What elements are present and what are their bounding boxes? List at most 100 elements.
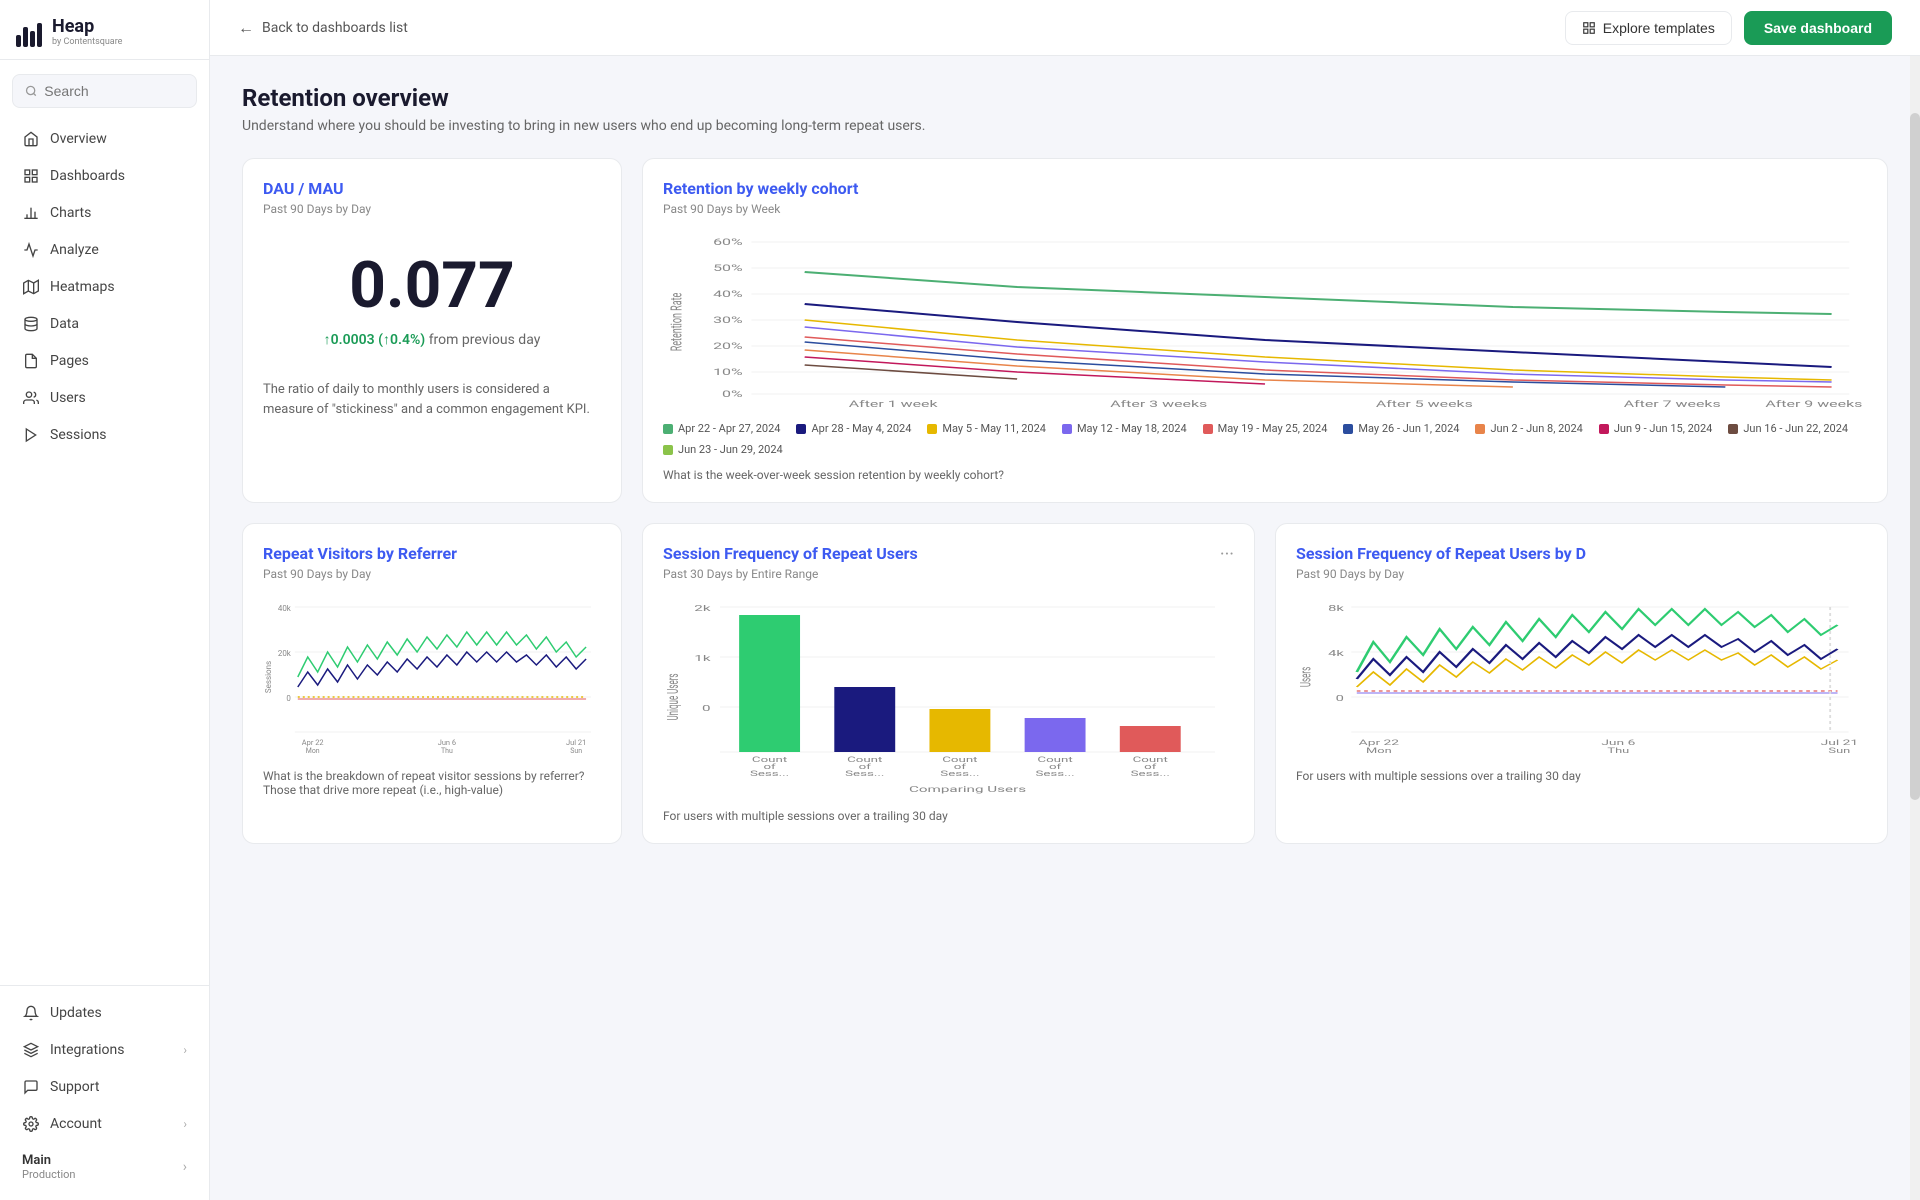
session-freq-card: Session Frequency of Repeat Users Past 3… [642,523,1255,844]
svg-text:Thu: Thu [1607,746,1629,755]
legend-dot-6 [1475,424,1485,434]
legend-label-2: May 5 - May 11, 2024 [942,422,1046,435]
page-title: Retention overview [242,84,1888,112]
sidebar-item-dashboards[interactable]: Dashboards [6,158,203,194]
legend-label-5: May 26 - Jun 1, 2024 [1358,422,1459,435]
legend-label-8: Jun 16 - Jun 22, 2024 [1743,422,1848,435]
bar-0 [739,615,800,752]
save-dashboard-button[interactable]: Save dashboard [1744,11,1892,45]
svg-text:Comparing Users: Comparing Users [909,785,1026,794]
activity-icon [22,241,40,259]
sidebar-item-overview[interactable]: Overview [6,121,203,157]
svg-text:After 7 weeks: After 7 weeks [1624,399,1721,409]
file-icon [22,352,40,370]
session-freq2-title: Session Frequency of Repeat Users by D [1296,544,1867,563]
sidebar-logo: Heap by Contentsquare [0,0,209,60]
svg-text:30%: 30% [713,315,743,325]
retention-title: Retention by weekly cohort [663,179,1867,198]
sidebar-item-sessions[interactable]: Sessions [6,417,203,453]
svg-text:50%: 50% [713,263,743,273]
legend-item-9: Jun 23 - Jun 29, 2024 [663,443,783,456]
message-icon [22,1078,40,1096]
main-nav: Overview Dashboards Charts Analyze Heatm… [0,116,209,985]
session-freq-chart: Unique Users 2k 1k 0 [663,597,1234,797]
legend-dot-4 [1203,424,1213,434]
svg-text:0: 0 [286,694,291,703]
sidebar-item-pages[interactable]: Pages [6,343,203,379]
environment-switcher[interactable]: Main Production › [6,1143,203,1191]
env-sub: Production [22,1168,75,1181]
sidebar-bottom: Updates Integrations › Support Account ›… [0,985,209,1200]
search-box[interactable] [12,74,197,108]
repeat-visitors-subtitle: Past 90 Days by Day [263,567,601,581]
legend-label-4: May 19 - May 25, 2024 [1218,422,1328,435]
users-icon [22,389,40,407]
svg-text:Sess...: Sess... [845,769,884,778]
logo-bar-2 [23,27,28,47]
svg-text:20k: 20k [278,649,292,658]
back-to-dashboards-link[interactable]: ← Back to dashboards list [238,18,408,38]
svg-text:4k: 4k [1328,649,1344,658]
sidebar-item-charts[interactable]: Charts [6,195,203,231]
retention-subtitle: Past 90 Days by Week [663,202,1867,216]
explore-templates-label: Explore templates [1603,20,1715,36]
database-icon [22,315,40,333]
search-container[interactable] [0,60,209,116]
explore-templates-button[interactable]: Explore templates [1565,11,1732,45]
svg-text:Jul 21: Jul 21 [566,738,586,747]
dau-mau-card: DAU / MAU Past 90 Days by Day 0.077 ↑0.0… [242,158,622,503]
bar-chart-icon [22,204,40,222]
session-freq-more-icon[interactable]: ··· [1220,544,1234,565]
legend-item-2: May 5 - May 11, 2024 [927,422,1046,435]
sidebar-item-heatmaps[interactable]: Heatmaps [6,269,203,305]
sidebar-item-account-label: Account [50,1116,102,1132]
dau-mau-value: 0.077 [263,248,601,323]
svg-text:Jun 6: Jun 6 [438,738,456,747]
dashboard-grid: DAU / MAU Past 90 Days by Day 0.077 ↑0.0… [242,158,1888,844]
back-arrow-icon: ← [238,18,254,38]
scrollbar[interactable] [1910,56,1920,1200]
logo-text: Heap by Contentsquare [52,18,122,47]
sidebar-item-support[interactable]: Support [6,1069,203,1105]
legend-item-3: May 12 - May 18, 2024 [1062,422,1187,435]
legend-label-0: Apr 22 - Apr 27, 2024 [678,422,780,435]
grid-row-2: Repeat Visitors by Referrer Past 90 Days… [242,523,1888,844]
sidebar-item-analyze[interactable]: Analyze [6,232,203,268]
legend-label-6: Jun 2 - Jun 8, 2024 [1490,422,1582,435]
session-freq2-chart: Users 8k 4k 0 Apr 22 Mon [1296,597,1867,757]
repeat-visitors-title: Repeat Visitors by Referrer [263,544,601,563]
session-freq2-svg: Users 8k 4k 0 Apr 22 Mon [1296,597,1867,757]
sidebar-item-users[interactable]: Users [6,380,203,416]
svg-text:Sessions: Sessions [264,661,273,693]
legend-item-8: Jun 16 - Jun 22, 2024 [1728,422,1848,435]
sidebar-item-data-label: Data [50,316,79,332]
legend-dot-2 [927,424,937,434]
logo-bar-3 [30,31,35,47]
header-actions: Explore templates Save dashboard [1565,11,1892,45]
sidebar-item-updates-label: Updates [50,1005,102,1021]
session-freq-title: Session Frequency of Repeat Users [663,544,918,563]
env-label: Main [22,1153,75,1168]
svg-text:60%: 60% [713,237,743,247]
map-icon [22,278,40,296]
heap-logo-icon [16,19,42,47]
sidebar-item-sessions-label: Sessions [50,427,107,443]
sidebar-item-heatmaps-label: Heatmaps [50,279,115,295]
session-freq-subtitle: Past 30 Days by Entire Range [663,567,918,581]
sidebar-item-integrations[interactable]: Integrations › [6,1032,203,1068]
svg-text:Sess...: Sess... [1035,769,1074,778]
retention-card: Retention by weekly cohort Past 90 Days … [642,158,1888,503]
sidebar-item-integrations-label: Integrations [50,1042,124,1058]
grid-small-icon [1582,21,1596,35]
svg-text:20%: 20% [713,341,743,351]
scrollbar-thumb[interactable] [1910,113,1920,799]
svg-text:0: 0 [1336,694,1344,703]
sidebar-item-updates[interactable]: Updates [6,995,203,1031]
legend-dot-5 [1343,424,1353,434]
legend-item-0: Apr 22 - Apr 27, 2024 [663,422,780,435]
page-header: ← Back to dashboards list Explore templa… [210,0,1920,56]
sidebar-item-data[interactable]: Data [6,306,203,342]
legend-dot-3 [1062,424,1072,434]
sidebar-item-account[interactable]: Account › [6,1106,203,1142]
search-input[interactable] [44,83,184,99]
